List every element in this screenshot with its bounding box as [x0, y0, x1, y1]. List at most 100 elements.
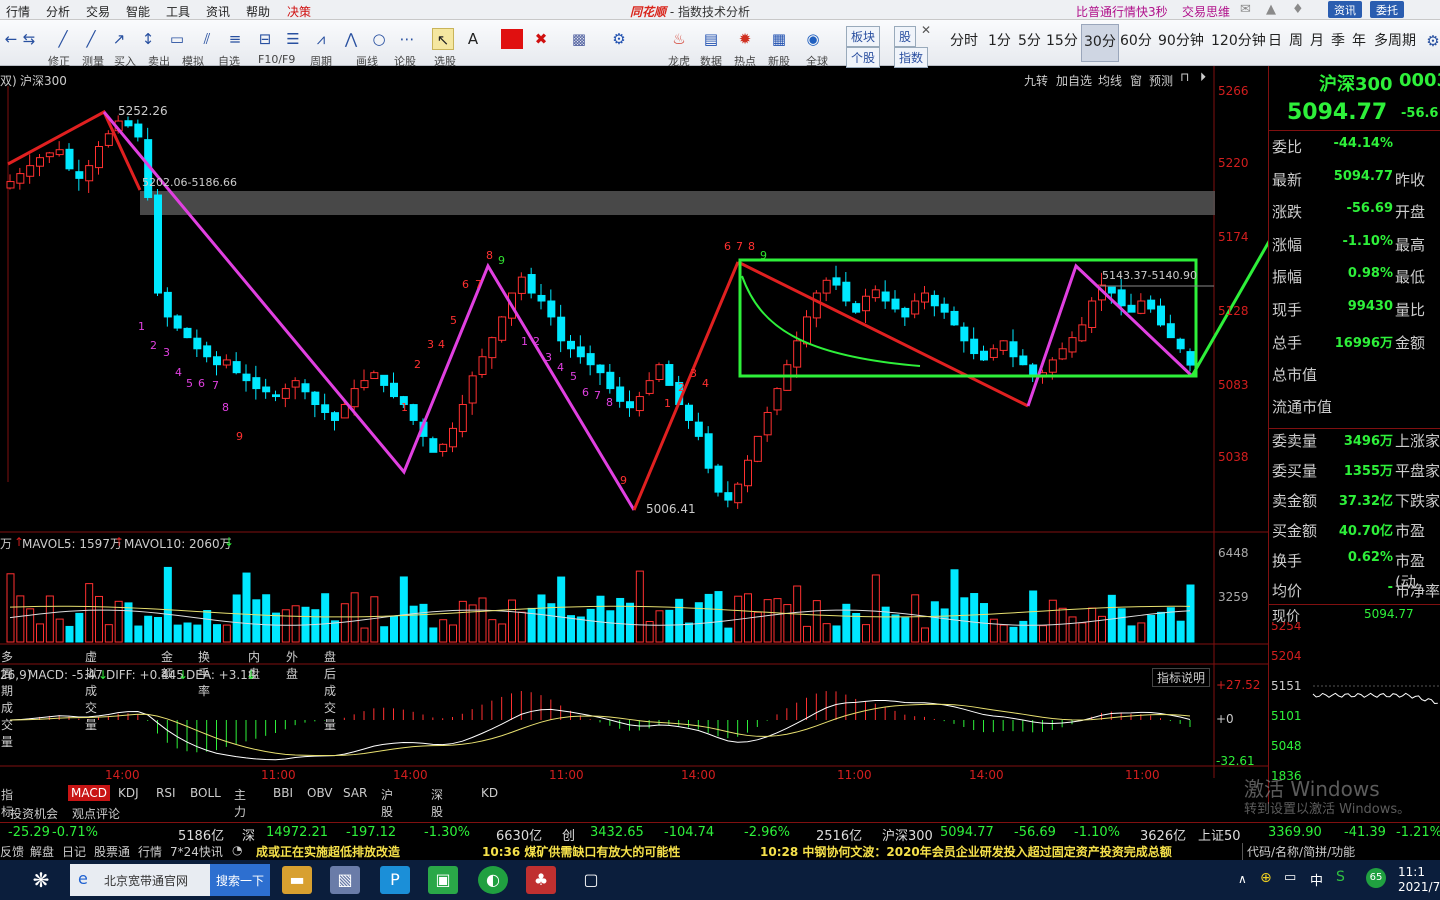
data-icon[interactable]: ▤	[700, 28, 722, 50]
index-button[interactable]: 指数	[894, 47, 929, 68]
stock-pass-link[interactable]: 股票通	[94, 843, 130, 860]
period-5m[interactable]: 5分	[1018, 24, 1041, 62]
tab-boll[interactable]: BOLL	[187, 785, 224, 801]
vertical-line-icon[interactable]: ↕	[137, 28, 159, 50]
erase-icon[interactable]: ▩	[568, 28, 590, 50]
menu-item-tools[interactable]: 工具	[166, 3, 190, 20]
tab-kdj[interactable]: KDJ	[115, 785, 142, 801]
measure-icon[interactable]: ⇆	[18, 28, 40, 50]
quotes-link[interactable]: 行情	[138, 843, 162, 860]
entrust-button[interactable]: 委托	[1370, 1, 1404, 18]
settings-icon[interactable]: ⚙	[1422, 30, 1440, 52]
image-app-icon[interactable]: ▧	[330, 866, 360, 894]
user-icon[interactable]: ♦	[1292, 2, 1304, 17]
period-timeshare[interactable]: 分时	[950, 24, 978, 62]
tray-badge-icon[interactable]: 65	[1366, 868, 1386, 888]
promo-text[interactable]: 比普通行情快3秒	[1076, 3, 1168, 20]
parallel-tool-icon[interactable]: ⫽	[196, 28, 218, 50]
news-item-3[interactable]: 10:28 中钢协何文波：2020年会员企业研发投入超过固定资产投资完成总额	[760, 843, 1172, 860]
tab-after-hours[interactable]: 盘后成交量	[321, 647, 339, 734]
news-item-1[interactable]: 成或正在实施超低排放改造	[256, 843, 400, 860]
menu-item-smart[interactable]: 智能	[126, 3, 150, 20]
circle-tool-icon[interactable]: ○	[368, 28, 390, 50]
news-item-2[interactable]: 10:36 煤矿供需缺口有放大的可能性	[482, 843, 680, 860]
delete-icon[interactable]: ✖	[530, 28, 552, 50]
ime-icon[interactable]: 中	[1310, 870, 1323, 889]
menu-item-news[interactable]: 资讯	[206, 3, 230, 20]
hotspot-icon[interactable]: ✹	[734, 28, 756, 50]
kline-chart-area[interactable]: 91234567812345678912345678912346789 双) 沪…	[0, 66, 1268, 853]
analysis-link[interactable]: 解盘	[30, 843, 54, 860]
rect-tool-icon[interactable]: ▭	[166, 28, 188, 50]
code-search-input[interactable]: 代码/名称/简拼/功能	[1242, 843, 1355, 860]
nine-turn-button[interactable]: 九转	[1024, 72, 1048, 89]
iqiyi-icon[interactable]: ▣	[428, 866, 458, 894]
period-year[interactable]: 年	[1352, 24, 1366, 62]
gann-icon[interactable]: ☰	[282, 28, 304, 50]
color-picker-red[interactable]	[501, 29, 523, 49]
tab-bbi[interactable]: BBI	[270, 785, 296, 801]
sector-button[interactable]: 板块	[846, 26, 881, 47]
predict-button[interactable]: 预测	[1149, 72, 1173, 89]
stock-button[interactable]: 股	[894, 26, 917, 47]
line-tool-icon[interactable]: ╱	[52, 28, 74, 50]
period-1m[interactable]: 1分	[988, 24, 1011, 62]
tonghuashun-icon[interactable]: ♣	[526, 866, 556, 894]
period-month[interactable]: 月	[1310, 24, 1324, 62]
period-week[interactable]: 周	[1289, 24, 1303, 62]
ma-button[interactable]: 均线	[1098, 72, 1122, 89]
tray-s-icon[interactable]: S	[1336, 869, 1345, 885]
tab-opinions[interactable]: 观点评论	[72, 805, 120, 822]
tab-sar[interactable]: SAR	[340, 785, 370, 801]
trade-thinking-link[interactable]: 交易思维	[1182, 3, 1230, 20]
bell-icon[interactable]: ▲	[1266, 2, 1276, 17]
text-tool-icon[interactable]: A	[462, 28, 484, 50]
cursor-icon[interactable]: ↖	[432, 28, 454, 50]
period-60m[interactable]: 60分	[1120, 24, 1152, 62]
period-15m[interactable]: 15分	[1046, 24, 1078, 62]
period-quarter[interactable]: 季	[1331, 24, 1345, 62]
feedback-link[interactable]: 反馈	[0, 843, 24, 860]
tray-up-icon[interactable]: ∧	[1238, 872, 1247, 886]
period-multi[interactable]: 多周期	[1374, 24, 1416, 62]
flash-news-link[interactable]: 7*24快讯	[170, 843, 223, 860]
menu-item-trade[interactable]: 交易	[86, 3, 110, 20]
ray-tool-icon[interactable]: ╱	[80, 28, 102, 50]
tab-macd[interactable]: MACD	[68, 785, 110, 801]
zigzag-icon[interactable]: ⋀	[340, 28, 362, 50]
diary-link[interactable]: 日记	[62, 843, 86, 860]
mail-icon[interactable]: ✉	[1240, 2, 1251, 17]
tab-main-force[interactable]: 主力	[231, 785, 249, 821]
info-button[interactable]: 资讯	[1328, 1, 1362, 18]
tab-multi-volume[interactable]: 多周期成交量	[0, 647, 16, 751]
tab-virtual-volume[interactable]: 虚拟成交量	[82, 647, 100, 734]
browser-360-icon[interactable]: ◐	[478, 866, 508, 894]
lock-icon[interactable]: ⊓	[1180, 70, 1189, 84]
close-icon[interactable]: ✕	[921, 23, 931, 37]
tab-invest-opportunity[interactable]: 投资机会	[10, 805, 58, 822]
channel-icon[interactable]: ⊟	[254, 28, 276, 50]
period-90m[interactable]: 90分钟	[1158, 24, 1204, 62]
network-icon[interactable]: ▭	[1284, 870, 1296, 885]
wave-icon[interactable]: ⩘	[310, 28, 332, 50]
search-go-button[interactable]: 搜索一下	[210, 864, 270, 896]
indicator-help-button[interactable]: 指标说明	[1152, 668, 1211, 687]
fibonacci-icon[interactable]: ≡	[224, 28, 246, 50]
more-tools-icon[interactable]: ⋯	[396, 28, 418, 50]
tab-rsi[interactable]: RSI	[153, 785, 179, 801]
folder-icon[interactable]: ▬	[282, 866, 312, 894]
add-watchlist-button[interactable]: 加自选	[1056, 72, 1092, 89]
tab-kd[interactable]: KD	[478, 785, 501, 801]
globe-icon[interactable]: ◉	[802, 28, 824, 50]
system-clock[interactable]: 11:1 2021/7	[1398, 865, 1440, 895]
dragon-tiger-icon[interactable]: ♨	[668, 28, 690, 50]
settings-gear-icon[interactable]: ⚙	[608, 28, 630, 50]
menu-item-quotes[interactable]: 行情	[6, 3, 30, 20]
start-icon[interactable]: ❋	[26, 866, 56, 894]
menu-item-analysis[interactable]: 分析	[46, 3, 70, 20]
pdf-app-icon[interactable]: P	[380, 866, 410, 894]
period-120m[interactable]: 120分钟	[1211, 24, 1266, 62]
menu-item-help[interactable]: 帮助	[246, 3, 270, 20]
menu-item-decision[interactable]: 决策	[287, 3, 311, 20]
expand-icon[interactable]: ⏵	[1200, 70, 1206, 85]
